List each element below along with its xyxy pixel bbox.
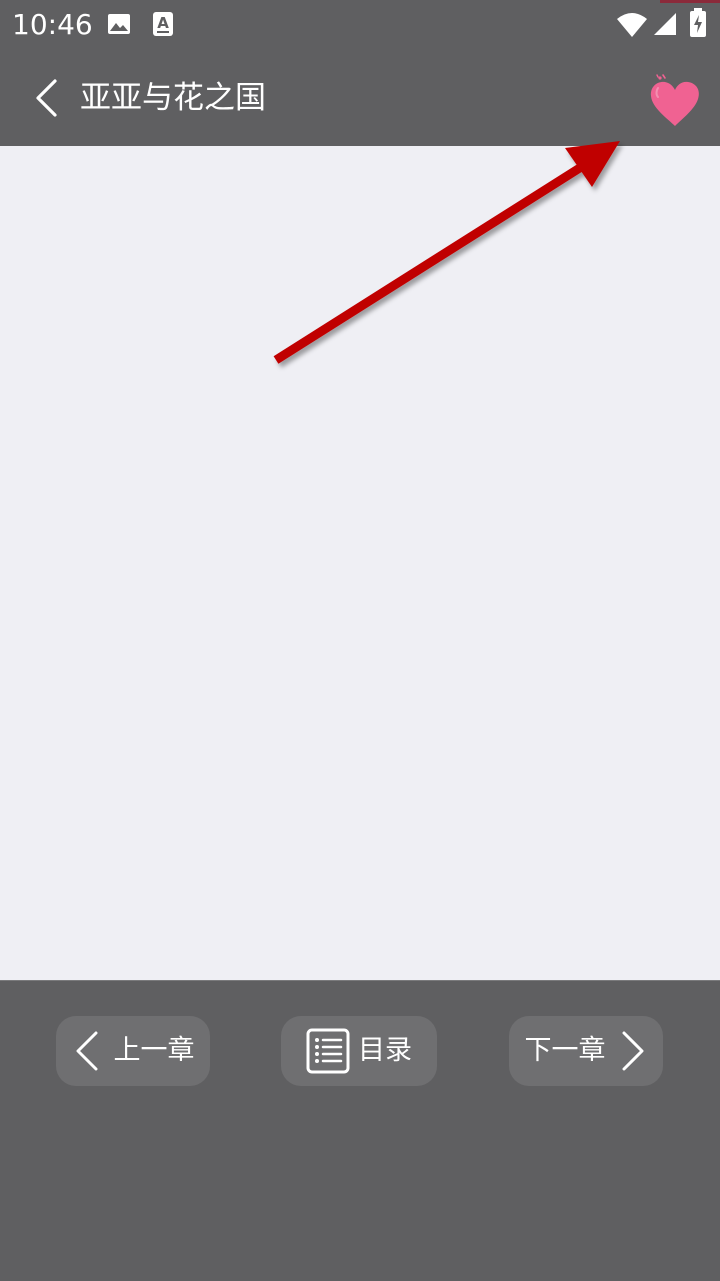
- next-chapter-button[interactable]: 下一章: [509, 1016, 663, 1086]
- table-of-contents-button[interactable]: 目录: [281, 1016, 437, 1086]
- chevron-left-icon: [76, 1031, 97, 1071]
- prev-chapter-button[interactable]: 上一章: [56, 1016, 210, 1086]
- list-icon: [306, 1028, 350, 1074]
- bottom-toolbar: 上一章 目录 下一章: [0, 980, 720, 1281]
- next-chapter-label: 下一章: [524, 1035, 606, 1066]
- annotation-arrow: [273, 141, 620, 364]
- table-of-contents-label: 目录: [358, 1035, 412, 1066]
- prev-chapter-label: 上一章: [113, 1035, 195, 1066]
- chevron-right-icon: [622, 1031, 643, 1071]
